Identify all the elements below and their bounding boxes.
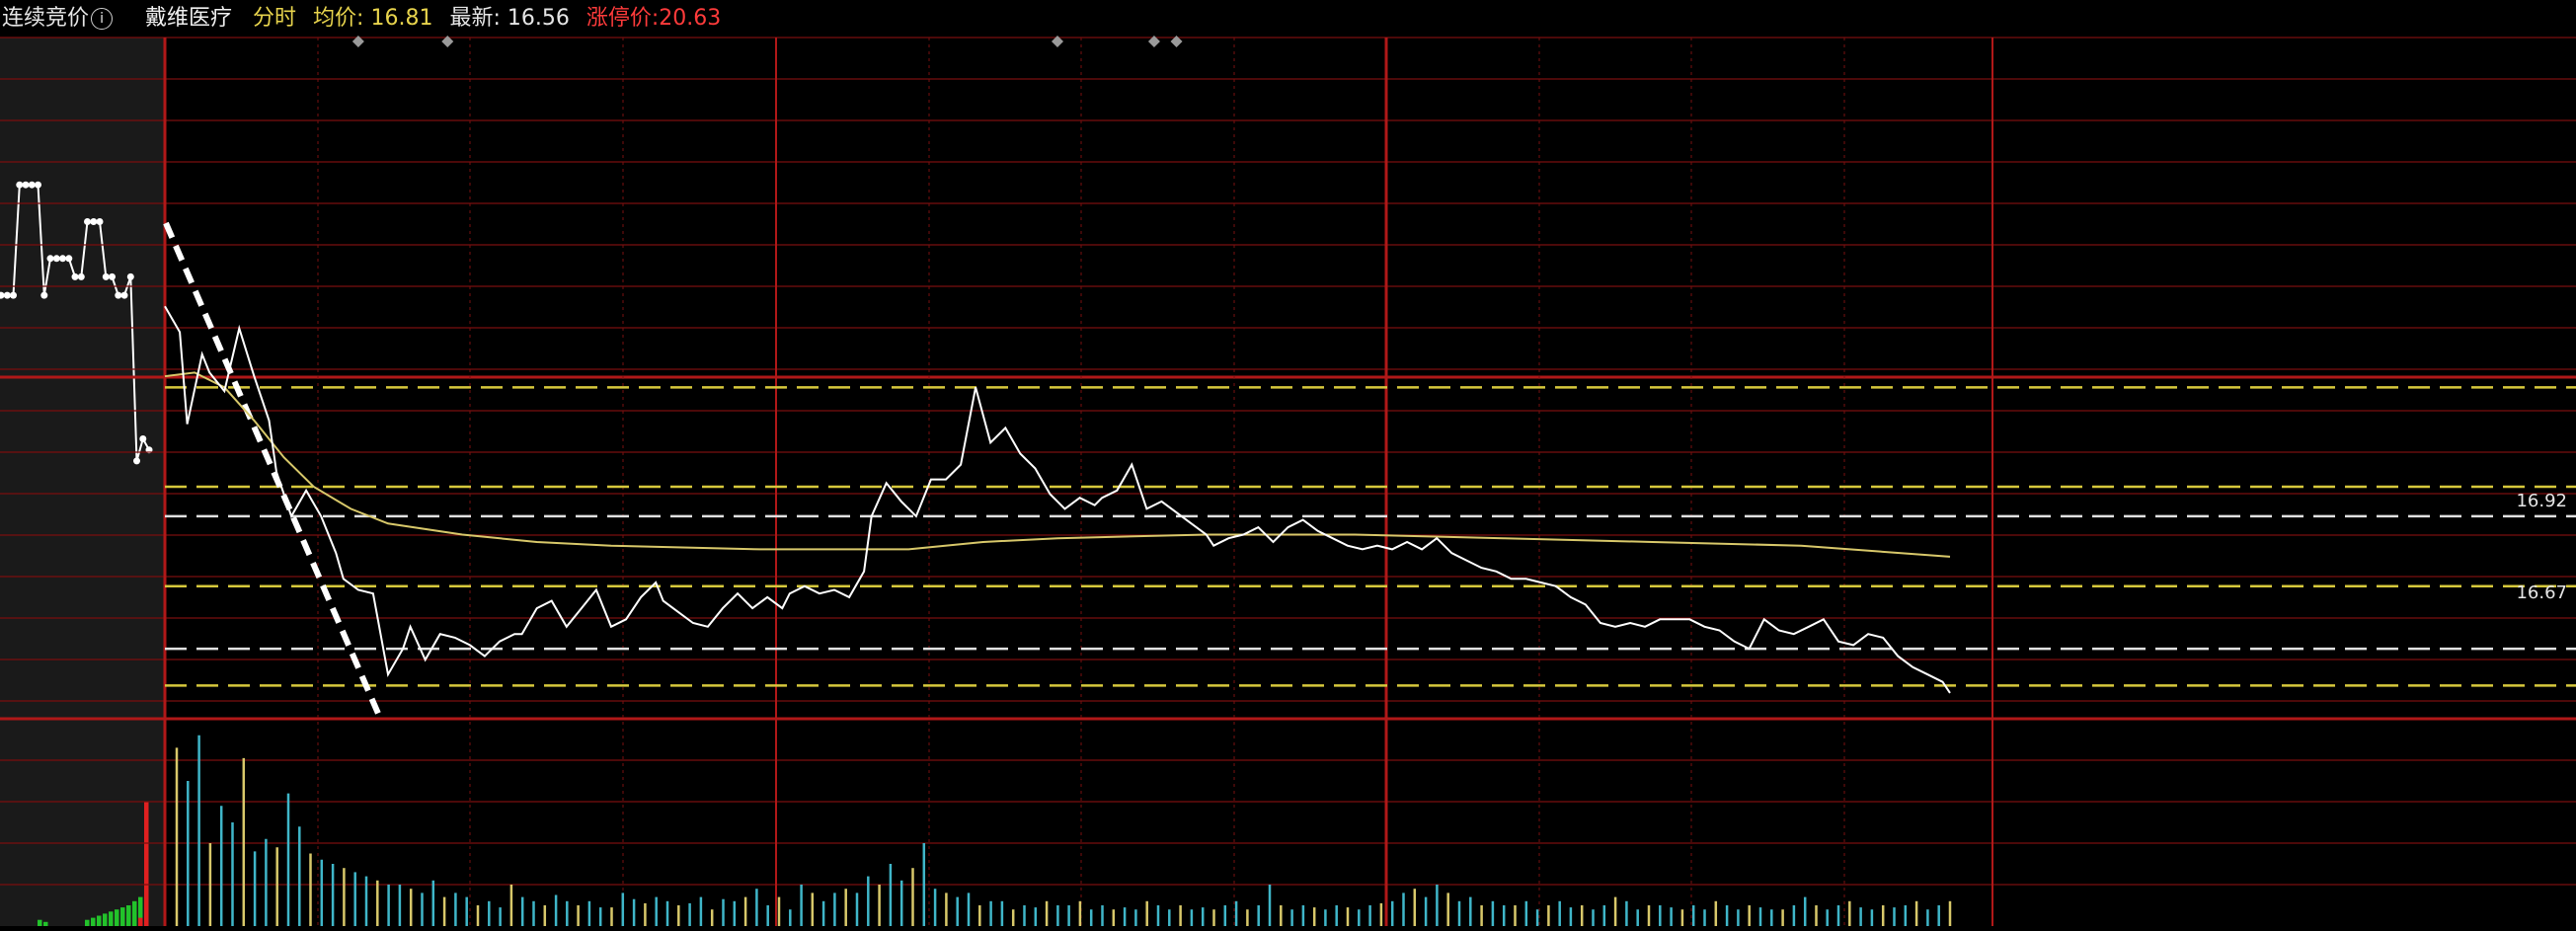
auction-volume-bar bbox=[126, 905, 131, 926]
auction-volume-bar bbox=[138, 917, 143, 926]
auction-price-point bbox=[65, 255, 73, 263]
auction-volume-bar bbox=[91, 917, 96, 926]
auction-volume-bar bbox=[109, 911, 114, 926]
auction-volume-bar bbox=[144, 802, 149, 926]
auction-price-point bbox=[46, 255, 54, 263]
auction-panel bbox=[0, 38, 165, 926]
downtrend-line bbox=[163, 221, 382, 718]
chart-grid bbox=[0, 37, 2576, 926]
auction-price-point bbox=[139, 435, 147, 442]
auction-price-point bbox=[115, 291, 122, 299]
auction-price-point bbox=[126, 272, 134, 280]
auction-volume-bar bbox=[115, 909, 119, 926]
auction-volume-bar bbox=[97, 915, 102, 926]
auction-price-point bbox=[90, 218, 98, 225]
auction-price-point bbox=[59, 255, 66, 263]
price-label: 16.92 bbox=[2516, 491, 2567, 511]
auction-background bbox=[0, 38, 165, 926]
auction-price-point bbox=[28, 181, 36, 189]
price-line bbox=[164, 305, 1951, 694]
price-series bbox=[164, 305, 1951, 694]
avg-price-series bbox=[164, 371, 1951, 558]
auction-price-point bbox=[84, 218, 91, 225]
auction-price-point bbox=[96, 218, 104, 225]
auction-price-point bbox=[133, 457, 140, 465]
auction-price-point bbox=[35, 181, 41, 189]
auction-price-point bbox=[3, 291, 11, 299]
intraday-chart[interactable]: 16.92 16.67 bbox=[0, 0, 2576, 931]
auction-volume-bar bbox=[103, 913, 108, 926]
auction-price-point bbox=[22, 181, 30, 189]
auction-price-point bbox=[40, 291, 48, 299]
auction-price-point bbox=[52, 255, 60, 263]
auction-price-point bbox=[77, 272, 85, 280]
auction-price-point bbox=[109, 272, 116, 280]
auction-volume-bar bbox=[38, 919, 42, 926]
auction-price-point bbox=[120, 291, 128, 299]
price-levels bbox=[165, 386, 2576, 687]
auction-volume-bar bbox=[120, 907, 125, 926]
auction-price-point bbox=[102, 272, 110, 280]
auction-price-point bbox=[71, 272, 79, 280]
price-labels: 16.92 16.67 bbox=[2516, 491, 2567, 603]
volume-bars bbox=[175, 735, 1952, 926]
auction-volume-bar bbox=[132, 900, 137, 926]
auction-price-point bbox=[10, 291, 17, 299]
trend-line bbox=[163, 221, 382, 718]
avg-price-line bbox=[164, 371, 1951, 558]
auction-price-point bbox=[16, 181, 24, 189]
price-label: 16.67 bbox=[2516, 582, 2567, 603]
auction-volume-bar bbox=[43, 921, 48, 926]
auction-volume-bar bbox=[85, 919, 90, 926]
